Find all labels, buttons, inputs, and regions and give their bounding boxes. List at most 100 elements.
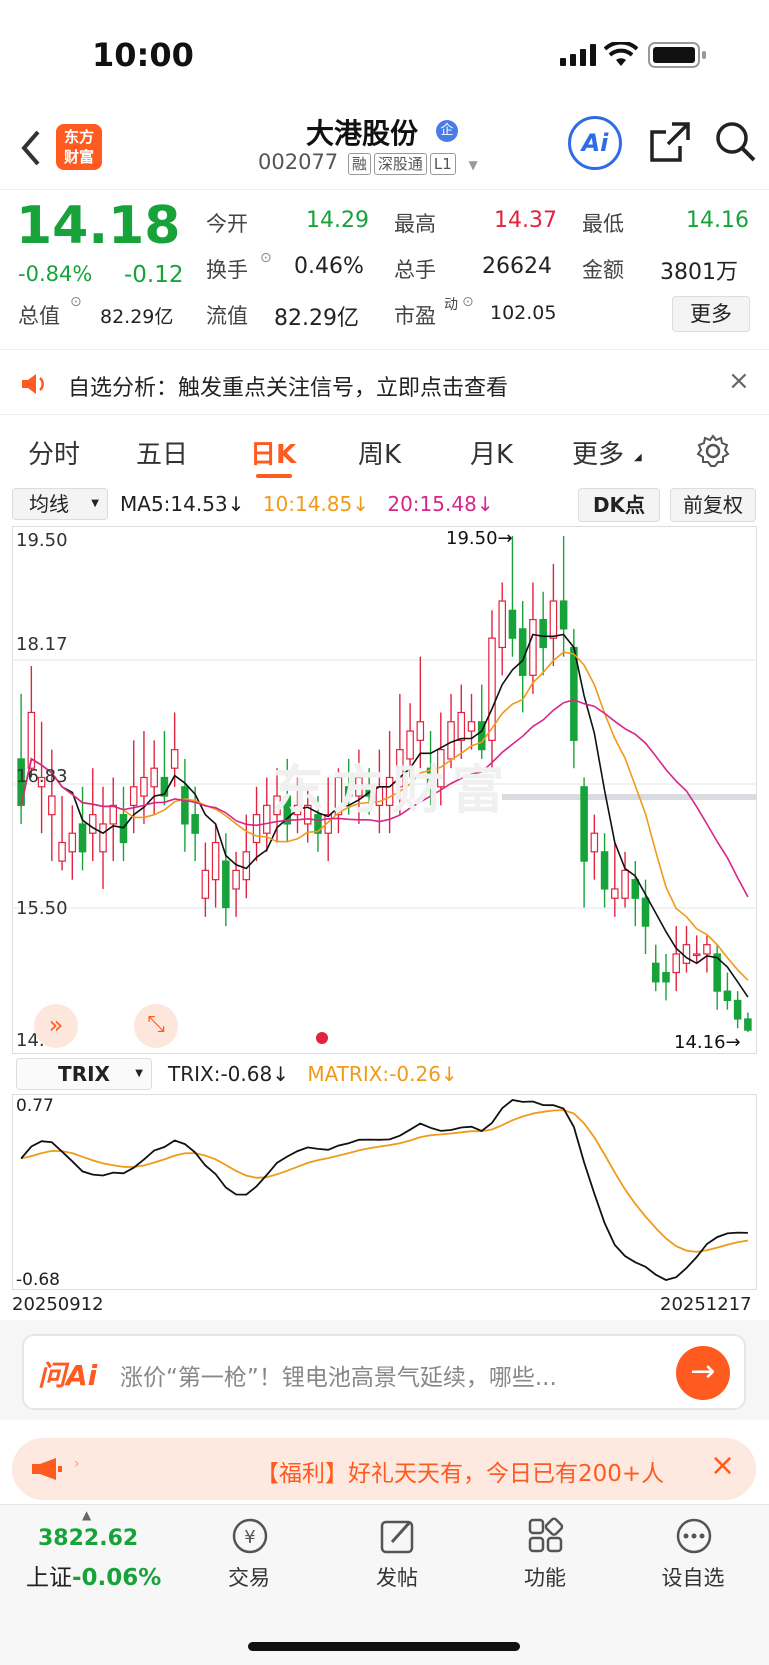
quote-panel: 14.18 -0.84% -0.12 今开 14.29 最高 14.37 最低 … — [0, 190, 769, 350]
logo-line2: 财富 — [63, 148, 94, 166]
ask-ai-bar[interactable]: 问Ai 涨价“第一枪”！锂电池高景气延续，哪些... → — [22, 1334, 746, 1410]
tab-daily[interactable]: 日K — [250, 434, 296, 471]
nav-post[interactable]: 发帖 — [352, 1562, 442, 1592]
candle-body — [68, 832, 77, 853]
tab-five-day[interactable]: 五日 — [136, 434, 188, 471]
amount-label: 金额 — [582, 258, 624, 282]
candle-body — [78, 823, 87, 853]
change-amount: -0.12 — [124, 262, 184, 288]
pe-superscript: 动 — [444, 297, 458, 313]
candle-body — [263, 804, 271, 834]
high-value: 14.37 — [494, 208, 557, 233]
candle-body — [109, 804, 118, 825]
speaker-icon — [22, 374, 44, 394]
more-dots-icon[interactable] — [672, 1516, 716, 1556]
candle-body — [590, 832, 599, 853]
post-edit-icon[interactable] — [376, 1516, 420, 1556]
float-label: 流值 — [206, 304, 248, 328]
tab-weekly[interactable]: 周K — [358, 434, 401, 471]
home-indicator[interactable] — [248, 1642, 520, 1651]
pe-value: 102.05 — [490, 302, 557, 324]
enterprise-badge: 企 — [436, 120, 458, 142]
low-label: 最低 — [582, 212, 624, 236]
indicator-select[interactable]: 均线 ▼ — [12, 488, 108, 520]
candle-body — [58, 841, 66, 862]
ma20-value: 20:15.48 — [387, 492, 477, 516]
nav-watchlist[interactable]: 设自选 — [648, 1562, 738, 1592]
dropdown-icon[interactable]: ▼ — [468, 158, 477, 172]
candle-body — [88, 814, 97, 834]
candle-body — [580, 786, 588, 862]
trix-line — [20, 1099, 748, 1281]
candle-body — [672, 953, 681, 974]
trix-chart[interactable] — [12, 1094, 757, 1290]
battery-icon — [648, 42, 706, 68]
support-band — [502, 794, 757, 800]
chart-toolbar: 均线 ▼ MA5:14.53↓ 10:14.85↓ 20:15.48↓ DK点 … — [0, 488, 769, 528]
info-icon[interactable]: ⊙ — [462, 294, 474, 310]
candle-body — [600, 851, 609, 890]
watermark: 东方财富 — [272, 761, 513, 821]
trix-toolbar: TRIX ▼ TRIX:-0.68↓ MATRIX:-0.26↓ — [0, 1058, 769, 1098]
close-icon[interactable]: × — [728, 366, 750, 396]
adjust-price-button[interactable]: 前复权 — [670, 488, 756, 522]
share-icon[interactable] — [648, 120, 692, 164]
svg-text:¥: ¥ — [244, 1527, 255, 1548]
ma-legend: MA5:14.53↓ 10:14.85↓ 20:15.48↓ — [120, 492, 494, 516]
trix-select[interactable]: TRIX ▼ — [16, 1058, 152, 1090]
tab-monthly[interactable]: 月K — [470, 434, 513, 471]
fullscreen-icon[interactable]: ⤡ — [134, 1004, 178, 1048]
candle-body — [549, 600, 558, 639]
settings-gear-icon[interactable] — [696, 434, 730, 468]
more-button[interactable]: 更多 — [672, 296, 750, 332]
candle-body — [508, 609, 517, 639]
nav-functions[interactable]: 功能 — [500, 1562, 590, 1592]
index-value[interactable]: 3822.62 — [38, 1526, 138, 1551]
ask-ai-prompt: 涨价“第一枪”！锂电池高景气延续，哪些... — [120, 1365, 557, 1391]
promo-banner[interactable]: › 【福利】好礼天天有，今日已有200+人 × — [12, 1438, 756, 1500]
trix-y-bottom: -0.68 — [16, 1270, 60, 1290]
select-caret-icon: ▼ — [91, 498, 99, 509]
status-time: 10:00 — [92, 36, 194, 74]
candle-body — [129, 786, 138, 806]
info-icon[interactable]: ⊙ — [70, 294, 82, 310]
candle-body — [518, 628, 527, 676]
candle-body — [201, 869, 210, 899]
candle-body — [692, 953, 701, 957]
candle-body — [621, 869, 629, 899]
ask-ai-logo: 问Ai — [38, 1359, 98, 1392]
signal-icon — [560, 44, 596, 66]
dk-point-button[interactable]: DK点 — [578, 488, 660, 522]
notice-bar[interactable]: 自选分析：触发重点关注信号，立即点击查看 × — [0, 352, 769, 414]
tag-level[interactable]: L1 — [429, 153, 456, 175]
expand-arrows-icon[interactable]: » — [34, 1004, 78, 1048]
send-arrow-icon[interactable]: → — [676, 1346, 730, 1400]
ai-button[interactable]: Ai — [568, 116, 622, 170]
logo-line1: 东方 — [63, 128, 94, 146]
tab-more[interactable]: 更多 — [572, 434, 624, 471]
tab-intraday[interactable]: 分时 — [28, 434, 80, 471]
candle-body — [191, 814, 199, 834]
trix-frame — [12, 1094, 757, 1290]
search-icon[interactable] — [714, 120, 758, 164]
info-icon[interactable]: ⊙ — [260, 250, 272, 266]
candle-body — [703, 944, 711, 955]
candle-body — [539, 618, 547, 649]
low-marker: 14.16→ — [674, 1032, 741, 1053]
candle-body — [170, 749, 179, 769]
trade-icon[interactable]: ¥ — [228, 1516, 272, 1556]
status-bar: 10:00 — [0, 0, 769, 110]
close-icon[interactable]: × — [710, 1448, 735, 1483]
promo-text: 【福利】好礼天天有，今日已有200+人 — [256, 1461, 665, 1487]
index-row[interactable]: 上证-0.06% — [26, 1558, 161, 1592]
nav-trade[interactable]: 交易 — [204, 1562, 294, 1592]
trix-select-label: TRIX — [58, 1062, 110, 1086]
y-label-2: 18.17 — [16, 634, 68, 655]
candle-body — [733, 999, 742, 1020]
functions-grid-icon[interactable] — [524, 1516, 568, 1556]
back-icon[interactable] — [18, 128, 42, 168]
mktcap-label: 总值 — [18, 304, 60, 328]
more-caret-icon: ◢ — [634, 452, 642, 463]
date-start: 20250912 — [12, 1294, 104, 1315]
low-marker-value: 14.16 — [674, 1032, 726, 1053]
